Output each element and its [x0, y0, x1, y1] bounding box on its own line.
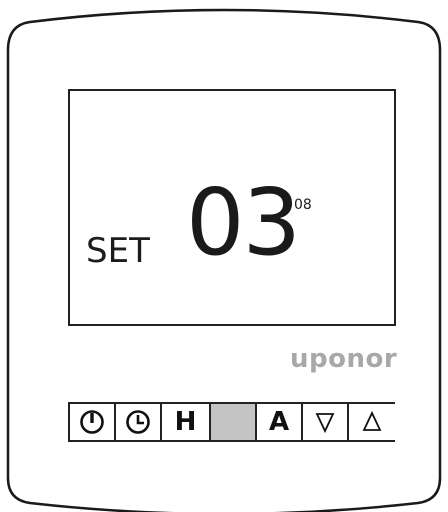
up-button[interactable] — [349, 404, 395, 440]
main-value: 03 — [186, 169, 301, 276]
triangle-down-icon — [315, 413, 335, 433]
down-button[interactable] — [303, 404, 349, 440]
a-label: A — [268, 407, 290, 437]
h-label: H — [174, 407, 197, 437]
secondary-value: 08 — [294, 197, 312, 213]
lcd-screen: SET 03 08 — [68, 89, 396, 326]
power-button[interactable] — [70, 404, 116, 440]
triangle-up-icon — [362, 411, 382, 431]
clock-icon — [126, 410, 150, 434]
h-button[interactable]: H — [162, 404, 211, 440]
button-bar: H A — [68, 402, 395, 442]
blank-key — [211, 404, 257, 440]
mode-label: SET — [86, 231, 150, 271]
clock-button[interactable] — [116, 404, 162, 440]
brand-logo: uponor — [290, 344, 398, 374]
thermostat-panel: SET 03 08 uponor H A — [0, 0, 448, 512]
a-button[interactable]: A — [257, 404, 303, 440]
power-icon — [80, 410, 104, 434]
